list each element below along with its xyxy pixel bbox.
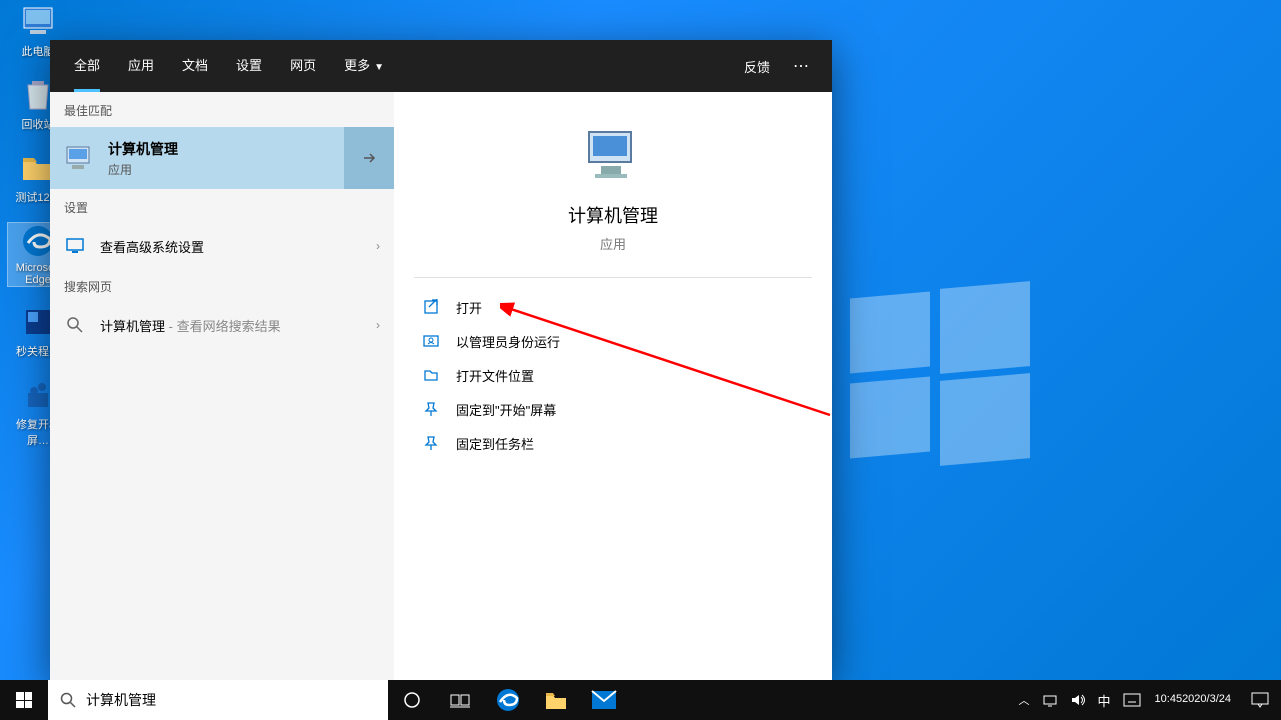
tab-apps[interactable]: 应用 [114,40,168,92]
tray-overflow-button[interactable]: ︿ [1013,680,1036,720]
chevron-right-icon: › [376,239,380,253]
taskbar-search-box[interactable] [48,680,388,720]
search-icon [60,692,76,708]
speaker-icon [1070,692,1086,708]
result-subtitle: 应用 [108,161,178,178]
result-label: 计算机管理 - 查看网络搜索结果 [100,316,281,335]
search-icon [64,314,86,336]
action-label: 以管理员身份运行 [456,332,560,351]
start-button[interactable] [0,680,48,720]
caret-down-icon: ▼ [374,62,384,73]
windows-logo-icon [16,692,32,708]
more-menu-button[interactable]: ⋯ [782,56,822,76]
divider [414,277,812,278]
preview-title: 计算机管理 [414,202,812,228]
action-label: 固定到任务栏 [456,434,534,453]
section-best-match: 最佳匹配 [50,92,394,127]
cortana-button[interactable] [388,680,436,720]
tray-ime-keyboard[interactable] [1117,680,1147,720]
action-label: 打开 [456,298,482,317]
tab-settings[interactable]: 设置 [222,40,276,92]
tab-more[interactable]: 更多▼ [330,40,398,92]
result-title: 计算机管理 [108,139,178,159]
tab-web[interactable]: 网页 [276,40,330,92]
arrow-right-icon [361,150,377,166]
task-view-button[interactable] [436,680,484,720]
open-icon [420,298,442,316]
tab-documents[interactable]: 文档 [168,40,222,92]
action-center-button[interactable] [1239,680,1281,720]
taskbar-app-mail[interactable] [580,680,628,720]
chevron-right-icon: › [376,318,380,332]
action-label: 打开文件位置 [456,366,534,385]
taskbar-app-explorer[interactable] [532,680,580,720]
clock-date: 2020/3/24 [1182,693,1231,706]
expand-arrow-button[interactable] [344,127,394,189]
action-label: 固定到"开始"屏幕 [456,400,556,419]
pin-icon [420,434,442,452]
folder-icon [544,689,568,711]
monitor-icon [64,235,86,257]
search-tabs: 全部 应用 文档 设置 网页 更多▼ 反馈 ⋯ [50,40,832,92]
pin-icon [420,400,442,418]
folder-location-icon [420,366,442,384]
results-column: 最佳匹配 计算机管理 应用 设置 查看高级系统设置 › [50,92,394,680]
result-label: 查看高级系统设置 [100,237,204,256]
start-search-panel: 全部 应用 文档 设置 网页 更多▼ 反馈 ⋯ 最佳匹配 计算机管理 应用 [50,40,832,680]
action-run-as-admin[interactable]: 以管理员身份运行 [414,324,812,358]
result-advanced-system-settings[interactable]: 查看高级系统设置 › [50,224,394,268]
chevron-up-icon: ︿ [1019,692,1030,708]
tray-network-icon[interactable] [1036,680,1064,720]
task-view-icon [450,692,470,708]
feedback-link[interactable]: 反馈 [732,57,782,76]
preview-pane: 计算机管理 应用 打开 以管理员身份运行 打开文件位置 固定到"开始"屏幕 [394,92,832,680]
section-web: 搜索网页 [50,268,394,303]
action-open-file-location[interactable]: 打开文件位置 [414,358,812,392]
taskbar-app-edge[interactable] [484,680,532,720]
result-web-search[interactable]: 计算机管理 - 查看网络搜索结果 › [50,303,394,347]
preview-subtitle: 应用 [414,234,812,253]
admin-icon [420,332,442,350]
network-icon [1042,692,1058,708]
wallpaper-windows-logo [850,285,1030,465]
clock-time: 10:45 [1155,693,1183,706]
keyboard-icon [1123,693,1141,707]
tab-all[interactable]: 全部 [60,40,114,92]
section-settings: 设置 [50,189,394,224]
search-input[interactable] [86,692,376,708]
action-pin-to-taskbar[interactable]: 固定到任务栏 [414,426,812,460]
pc-icon [18,4,58,40]
notification-icon [1251,692,1269,708]
edge-icon [495,687,521,713]
action-pin-to-start[interactable]: 固定到"开始"屏幕 [414,392,812,426]
system-tray: ︿ 中 10:45 2020/3/24 [1013,680,1281,720]
computer-management-icon [64,142,96,174]
cortana-icon [403,691,421,709]
action-open[interactable]: 打开 [414,290,812,324]
result-computer-management[interactable]: 计算机管理 应用 [50,127,394,189]
tray-ime-lang[interactable]: 中 [1092,680,1117,720]
taskbar: ︿ 中 10:45 2020/3/24 [0,680,1281,720]
tray-clock[interactable]: 10:45 2020/3/24 [1147,680,1239,720]
mail-icon [591,690,617,710]
computer-management-large-icon [581,122,645,186]
tray-volume-icon[interactable] [1064,680,1092,720]
